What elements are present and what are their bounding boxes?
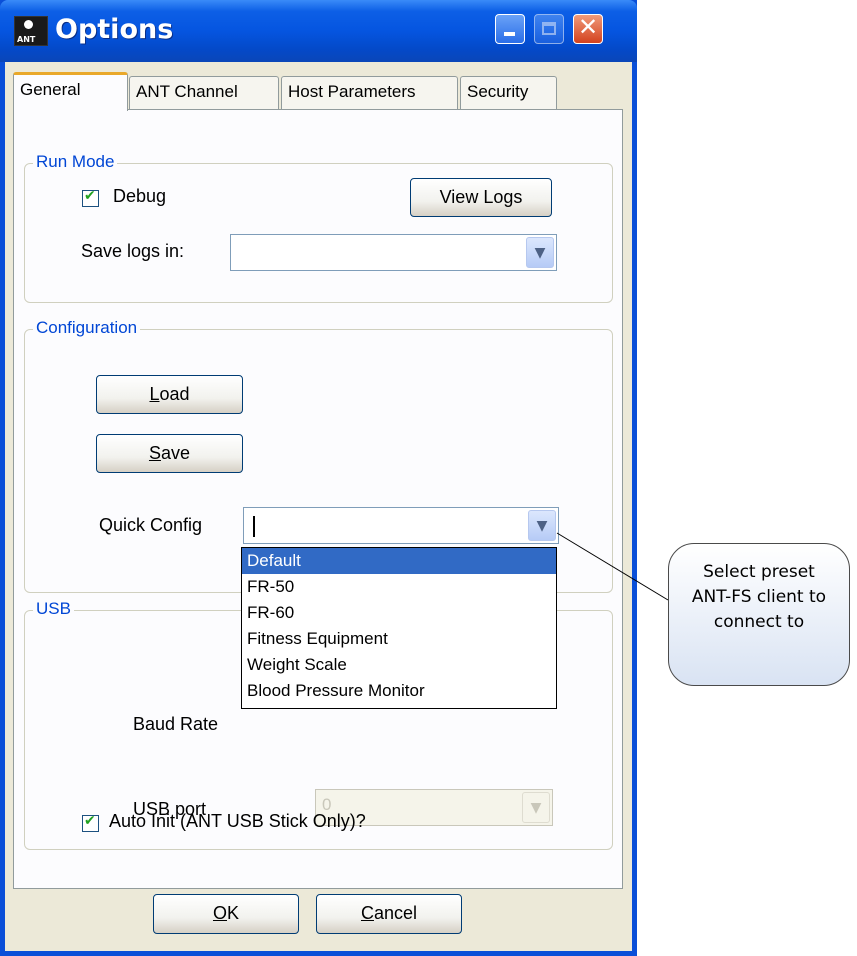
chevron-down-icon[interactable]: ▼ bbox=[526, 237, 554, 268]
debug-label: Debug bbox=[113, 186, 167, 206]
dropdown-option-fr-60[interactable]: FR-60 bbox=[242, 600, 556, 626]
annotation-callout: Select preset ANT-FS client to connect t… bbox=[668, 543, 850, 686]
cancel-button[interactable]: Cancel bbox=[316, 894, 462, 934]
cancel-mnemonic: C bbox=[360, 903, 374, 923]
dialog-client-area: General ANT Channel Host Parameters Secu… bbox=[5, 62, 632, 951]
quick-config-combo[interactable]: ▼ bbox=[243, 507, 559, 544]
cancel-label-rest: ancel bbox=[373, 903, 418, 923]
general-tab-panel: Run Mode Debug View Logs Save logs in: ▼… bbox=[13, 109, 623, 889]
quick-config-label: Quick Config bbox=[99, 515, 203, 535]
chevron-down-icon[interactable]: ▼ bbox=[522, 792, 550, 823]
app-icon-dot bbox=[24, 20, 33, 29]
dropdown-option-blood-pressure-monitor[interactable]: Blood Pressure Monitor bbox=[242, 678, 556, 704]
callout-line-2: ANT-FS client to bbox=[691, 587, 827, 607]
close-button[interactable]: ✕ bbox=[573, 13, 603, 44]
tab-ant-channel[interactable]: ANT Channel bbox=[129, 76, 279, 109]
save-mnemonic: S bbox=[148, 443, 161, 463]
close-icon: ✕ bbox=[577, 13, 599, 41]
chevron-down-icon[interactable]: ▼ bbox=[528, 510, 556, 541]
text-caret bbox=[253, 516, 255, 537]
auto-init-checkbox[interactable] bbox=[82, 813, 99, 832]
debug-checkbox[interactable] bbox=[82, 188, 99, 207]
quick-config-dropdown-list: Default FR-50 FR-60 Fitness Equipment We… bbox=[241, 547, 557, 709]
minimize-button[interactable] bbox=[495, 14, 525, 44]
options-window: ANT Options ✕ General ANT Channel Host P… bbox=[0, 0, 637, 956]
tab-host-parameters[interactable]: Host Parameters bbox=[281, 76, 458, 109]
dropdown-option-fitness-equipment[interactable]: Fitness Equipment bbox=[242, 626, 556, 652]
ok-mnemonic: O bbox=[212, 903, 227, 923]
save-logs-combo[interactable]: ▼ bbox=[230, 234, 557, 271]
maximize-button[interactable] bbox=[534, 14, 564, 44]
usb-group-label: USB bbox=[33, 599, 74, 619]
configuration-group-label: Configuration bbox=[33, 318, 141, 338]
auto-init-label: Auto Init (ANT USB Stick Only)? bbox=[109, 811, 366, 831]
load-button[interactable]: Load bbox=[96, 375, 243, 414]
callout-line-1: Select preset bbox=[703, 562, 815, 582]
dropdown-option-fr-50[interactable]: FR-50 bbox=[242, 574, 556, 600]
ok-button[interactable]: OK bbox=[153, 894, 299, 934]
title-bar[interactable]: ANT Options ✕ bbox=[0, 0, 637, 62]
tab-security[interactable]: Security bbox=[460, 76, 557, 109]
callout-line-3: connect to bbox=[713, 612, 805, 632]
save-button[interactable]: Save bbox=[96, 434, 243, 473]
dropdown-option-weight-scale[interactable]: Weight Scale bbox=[242, 652, 556, 678]
save-logs-label: Save logs in: bbox=[81, 241, 185, 261]
run-mode-group-label: Run Mode bbox=[33, 152, 118, 172]
load-label-rest: oad bbox=[159, 384, 190, 404]
load-mnemonic: L bbox=[149, 384, 160, 404]
ok-label-rest: K bbox=[227, 903, 240, 923]
run-mode-group: Run Mode Debug View Logs Save logs in: ▼ bbox=[24, 152, 613, 303]
save-label-rest: ave bbox=[160, 443, 191, 463]
ant-app-icon: ANT bbox=[14, 16, 48, 46]
tab-general[interactable]: General bbox=[13, 72, 128, 111]
window-title: Options bbox=[55, 14, 174, 45]
baud-rate-label: Baud Rate bbox=[133, 714, 219, 734]
view-logs-button[interactable]: View Logs bbox=[410, 178, 552, 217]
app-icon-text: ANT bbox=[17, 35, 36, 44]
dropdown-option-default[interactable]: Default bbox=[242, 548, 556, 574]
